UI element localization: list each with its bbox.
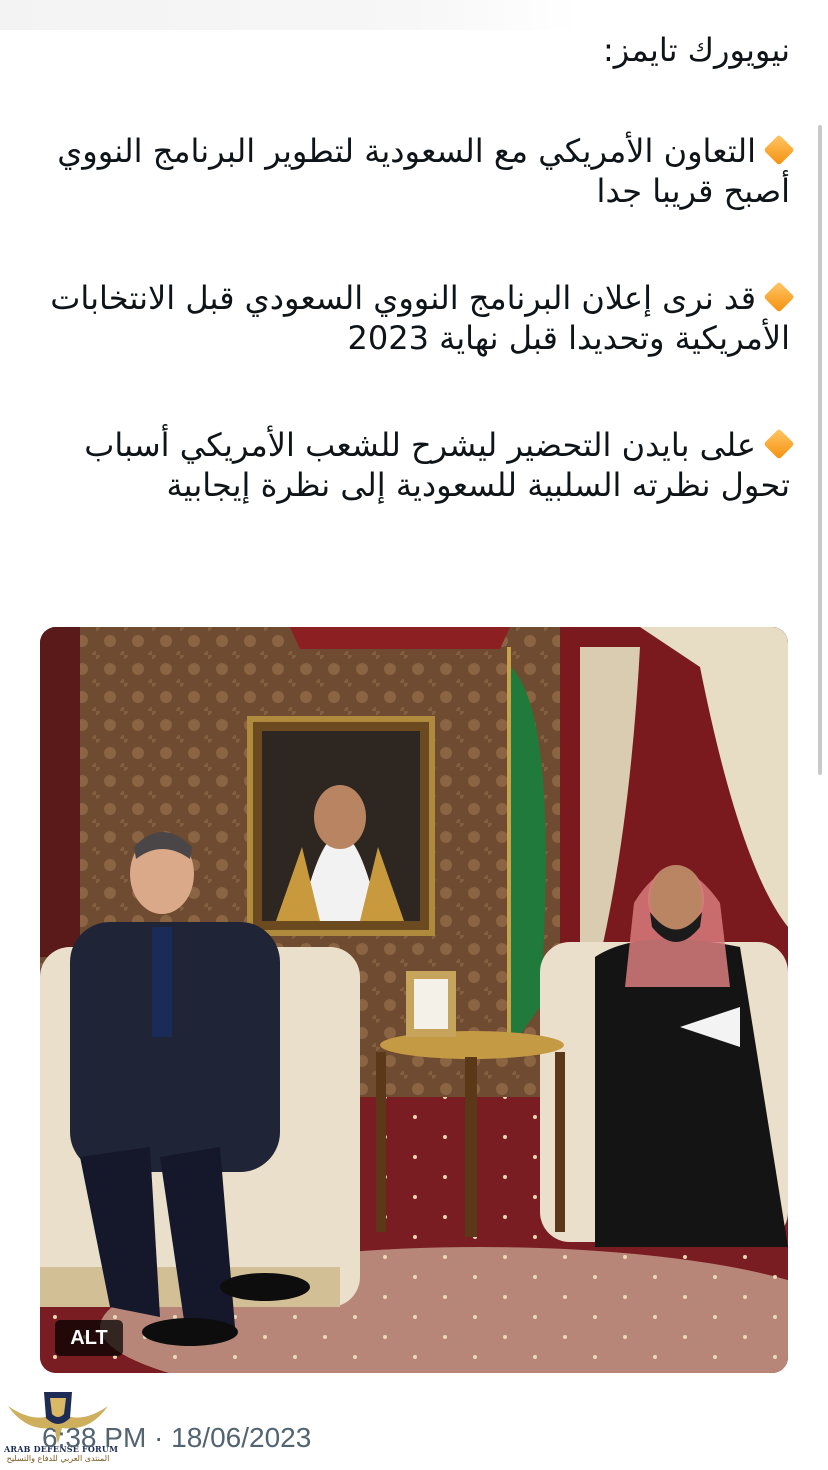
alt-text-button[interactable]: ALT bbox=[55, 1320, 123, 1356]
orange-diamond-icon bbox=[763, 281, 795, 313]
tweet-header: نيويورك تايمز: bbox=[602, 31, 790, 69]
tweet-bullet: قد نرى إعلان البرنامج النووي السعودي قبل… bbox=[40, 278, 795, 358]
tweet-bullet-text: التعاون الأمريكي مع السعودية لتطوير البر… bbox=[57, 132, 790, 210]
tweet-text: نيويورك تايمز: التعاون الأمريكي مع السعو… bbox=[40, 30, 795, 505]
tweet-bullet: التعاون الأمريكي مع السعودية لتطوير البر… bbox=[40, 131, 795, 211]
tweet-bullet-text: على بايدن التحضير ليشرح للشعب الأمريكي أ… bbox=[84, 426, 790, 504]
forum-name-ar: المنتدى العربي للدفاع والتسليح bbox=[6, 1454, 110, 1463]
tweet-photo[interactable] bbox=[40, 627, 788, 1373]
tweet-bullet: على بايدن التحضير ليشرح للشعب الأمريكي أ… bbox=[40, 425, 795, 505]
orange-diamond-icon bbox=[763, 428, 795, 460]
scrollbar[interactable] bbox=[818, 125, 822, 775]
orange-diamond-icon bbox=[763, 134, 795, 166]
top-fade bbox=[0, 0, 828, 30]
tweet-bullet-text: قد نرى إعلان البرنامج النووي السعودي قبل… bbox=[50, 279, 790, 357]
tweet-timestamp[interactable]: 6:38 PM · 18/06/2023 bbox=[42, 1422, 311, 1454]
